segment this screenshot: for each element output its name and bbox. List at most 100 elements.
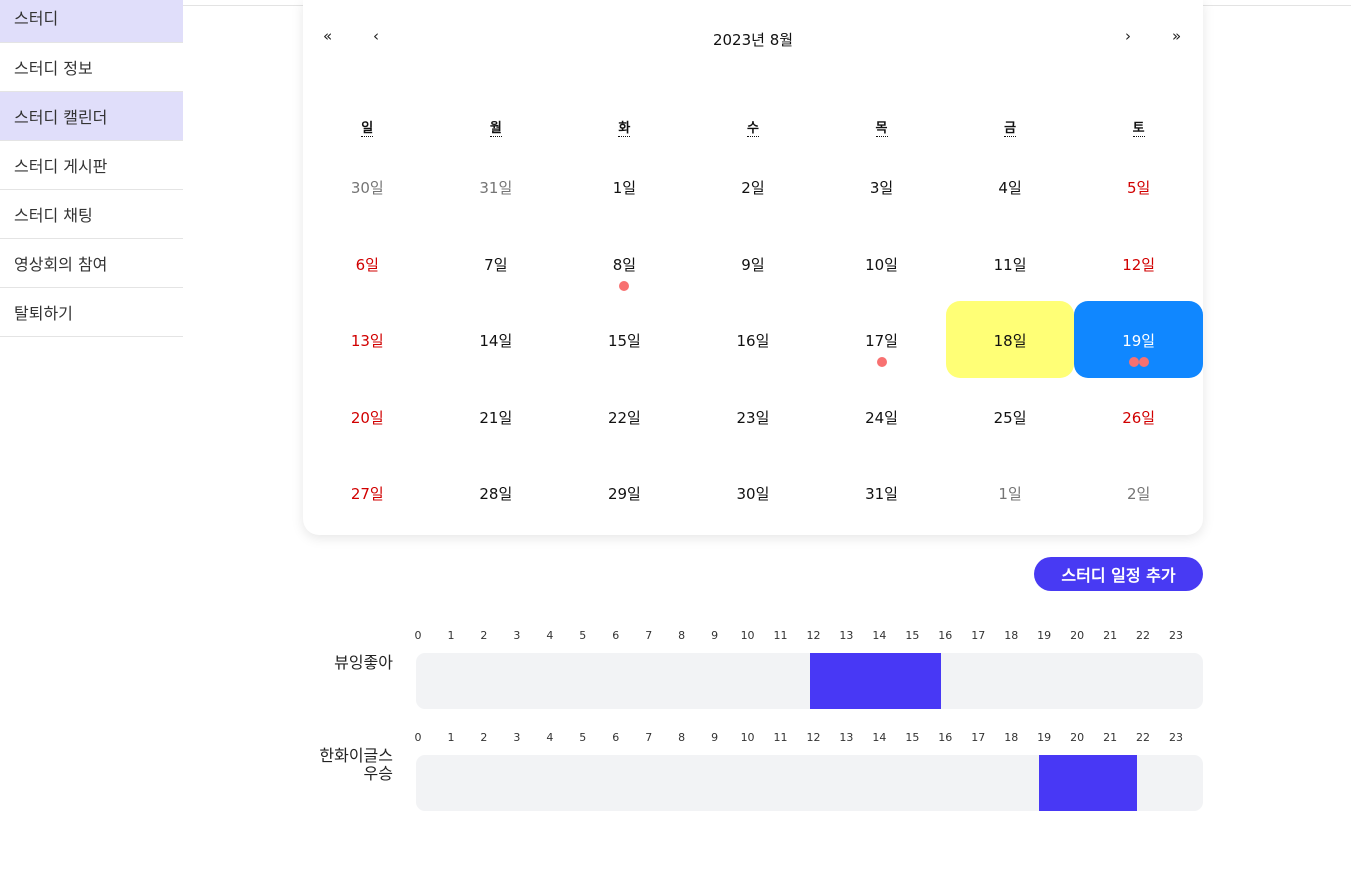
day-label: 29일 bbox=[607, 485, 641, 504]
calendar-day[interactable]: 1일 bbox=[946, 454, 1075, 531]
hour-tick-label: 9 bbox=[711, 629, 719, 642]
hour-tick-label: 3 bbox=[513, 629, 521, 642]
timeline-bar bbox=[416, 653, 1203, 709]
timeline-schedule-block[interactable] bbox=[809, 653, 941, 709]
sidebar-item-study[interactable]: 스터디 bbox=[0, 0, 183, 43]
hour-tick-label: 5 bbox=[579, 731, 587, 744]
calendar-day[interactable]: 6일 bbox=[303, 225, 432, 302]
calendar-day[interactable]: 5일 bbox=[1074, 148, 1203, 225]
calendar-day[interactable]: 4일 bbox=[946, 148, 1075, 225]
event-dots bbox=[817, 357, 946, 368]
calendar-day[interactable]: 15일 bbox=[560, 301, 689, 378]
hour-tick-label: 12 bbox=[806, 731, 821, 744]
hour-tick-label: 11 bbox=[773, 731, 788, 744]
sidebar-item-study-calendar[interactable]: 스터디 캘린더 bbox=[0, 92, 183, 141]
sidebar-item-leave[interactable]: 탈퇴하기 bbox=[0, 288, 183, 337]
sidebar-item-video-meeting[interactable]: 영상회의 참여 bbox=[0, 239, 183, 288]
sidebar-item-study-info[interactable]: 스터디 정보 bbox=[0, 43, 183, 92]
calendar-day[interactable]: 22일 bbox=[560, 378, 689, 455]
add-study-schedule-button[interactable]: 스터디 일정 추가 bbox=[1034, 557, 1203, 591]
next-year-button[interactable]: » bbox=[1172, 27, 1181, 45]
timeline-label: 한화이글스 우승 bbox=[319, 746, 393, 783]
calendar-day[interactable]: 18일 bbox=[945, 301, 1075, 378]
weekday-label: 일 bbox=[303, 117, 432, 137]
weekday-label: 토 bbox=[1074, 117, 1203, 137]
hour-tick-label: 8 bbox=[678, 629, 686, 642]
calendar-day[interactable]: 11일 bbox=[946, 225, 1075, 302]
calendar-day[interactable]: 17일 bbox=[817, 301, 946, 378]
calendar-day[interactable]: 1일 bbox=[560, 148, 689, 225]
hour-tick-label: 5 bbox=[579, 629, 587, 642]
weekday-label: 금 bbox=[946, 117, 1075, 137]
calendar-day[interactable]: 2일 bbox=[689, 148, 818, 225]
day-label: 23일 bbox=[736, 408, 770, 427]
hour-tick-label: 23 bbox=[1169, 731, 1183, 744]
day-label: 22일 bbox=[607, 408, 641, 427]
day-label: 11일 bbox=[993, 255, 1027, 274]
day-label: 17일 bbox=[865, 332, 898, 351]
calendar-day[interactable]: 29일 bbox=[560, 454, 689, 531]
calendar-day[interactable]: 30일 bbox=[689, 454, 818, 531]
event-dot bbox=[1128, 357, 1139, 368]
hour-tick-label: 8 bbox=[678, 731, 686, 744]
day-label: 5일 bbox=[1126, 179, 1151, 197]
hour-tick-label: 1 bbox=[447, 731, 455, 744]
hour-tick-label: 16 bbox=[938, 629, 953, 642]
timeline-schedule-block[interactable] bbox=[1039, 755, 1138, 811]
event-dots bbox=[1074, 357, 1203, 368]
calendar-day[interactable]: 30일 bbox=[303, 148, 432, 225]
sidebar-item-study-board[interactable]: 스터디 게시판 bbox=[0, 141, 183, 190]
calendar-day[interactable]: 12일 bbox=[1074, 225, 1203, 302]
day-label: 4일 bbox=[998, 179, 1022, 197]
calendar-day[interactable]: 9일 bbox=[689, 225, 818, 302]
sidebar-item-study-chat[interactable]: 스터디 채팅 bbox=[0, 190, 183, 239]
hour-tick-label: 22 bbox=[1136, 731, 1151, 744]
calendar-day[interactable]: 10일 bbox=[817, 225, 946, 302]
hour-tick-label: 14 bbox=[872, 629, 887, 642]
calendar-day[interactable]: 26일 bbox=[1074, 378, 1203, 455]
calendar-day[interactable]: 2일 bbox=[1074, 454, 1203, 531]
hour-tick-label: 20 bbox=[1070, 629, 1085, 642]
weekday-text: 토 bbox=[1132, 121, 1145, 137]
calendar-day[interactable]: 20일 bbox=[303, 378, 432, 455]
calendar-day[interactable]: 25일 bbox=[946, 378, 1075, 455]
event-dot bbox=[619, 280, 630, 291]
calendar-day[interactable]: 13일 bbox=[303, 301, 432, 378]
calendar-day[interactable]: 28일 bbox=[432, 454, 561, 531]
day-label: 26일 bbox=[1122, 408, 1156, 427]
hour-tick-label: 13 bbox=[839, 731, 854, 744]
day-label: 8일 bbox=[612, 255, 637, 274]
calendar-day[interactable]: 31일 bbox=[432, 148, 561, 225]
hour-tick-label: 10 bbox=[740, 629, 755, 642]
calendar-day[interactable]: 8일 bbox=[560, 225, 689, 302]
calendar-day[interactable]: 14일 bbox=[432, 301, 561, 378]
day-label: 6일 bbox=[355, 255, 379, 274]
calendar-day[interactable]: 27일 bbox=[303, 454, 432, 531]
hour-tick-label: 1 bbox=[447, 629, 455, 642]
hour-tick-label: 6 bbox=[612, 731, 620, 744]
calendar-day[interactable]: 31일 bbox=[817, 454, 946, 531]
hour-tick-label: 10 bbox=[740, 731, 755, 744]
calendar-day[interactable]: 16일 bbox=[689, 301, 818, 378]
hour-tick-label: 7 bbox=[645, 629, 653, 642]
calendar-day[interactable]: 3일 bbox=[817, 148, 946, 225]
calendar-day[interactable]: 21일 bbox=[432, 378, 561, 455]
calendar-day[interactable]: 7일 bbox=[432, 225, 561, 302]
sidebar-item-label: 스터디 캘린더 bbox=[14, 108, 108, 127]
calendar-day[interactable]: 23일 bbox=[689, 378, 818, 455]
calendar-day[interactable]: 19일 bbox=[1074, 301, 1203, 378]
day-label: 30일 bbox=[350, 179, 384, 197]
day-label: 27일 bbox=[350, 485, 384, 504]
calendar-week: 6일 7일 8일 9일 10일 11일 12일 bbox=[303, 225, 1203, 302]
calendar-day[interactable]: 24일 bbox=[817, 378, 946, 455]
day-label: 12일 bbox=[1122, 255, 1156, 274]
hour-tick-label: 7 bbox=[645, 731, 653, 744]
weekday-label: 월 bbox=[432, 117, 561, 137]
day-label: 19일 bbox=[1122, 332, 1156, 351]
weekday-label: 화 bbox=[560, 117, 689, 137]
hour-tick-label: 4 bbox=[546, 731, 554, 744]
sidebar-item-label: 스터디 bbox=[14, 9, 59, 28]
next-month-button[interactable]: › bbox=[1125, 27, 1131, 45]
hour-scale: 0 1 2 3 4 5 6 7 8 9 10 11 12 13 14 15 16 17 18 19 20 21 22 23 bbox=[415, 629, 1203, 643]
calendar: « ‹ 2023년 8월 › » 일월화수목금토 30일 31일 1일 2일 3일 4일 5… bbox=[303, 0, 1203, 535]
